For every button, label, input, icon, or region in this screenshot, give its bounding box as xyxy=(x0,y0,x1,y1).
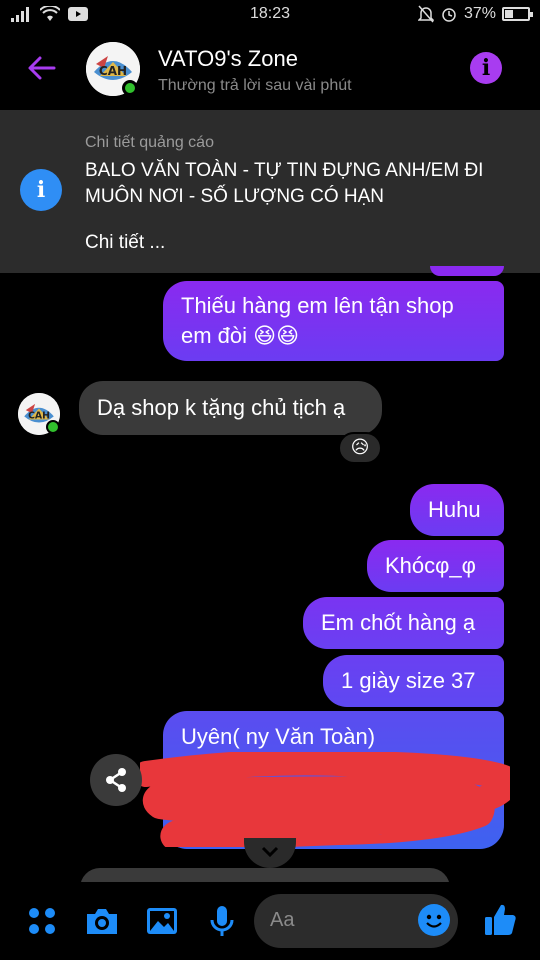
status-bar: 18:23 37% xyxy=(0,0,540,30)
emoji-icon[interactable] xyxy=(418,904,450,936)
message-outgoing[interactable]: Khócφ_φ xyxy=(367,540,504,592)
message-text: Dạ shop k tặng chủ tịch ạ xyxy=(97,395,346,420)
message-input[interactable]: Aa xyxy=(254,894,458,948)
share-button[interactable] xyxy=(90,754,142,806)
gallery-icon[interactable] xyxy=(145,904,179,938)
message-text: Huhu xyxy=(428,497,481,522)
apps-icon[interactable] xyxy=(25,904,59,938)
scroll-to-bottom-button[interactable] xyxy=(244,838,296,868)
share-icon xyxy=(106,768,126,792)
redaction-scribble xyxy=(140,752,510,847)
thumbs-up-icon[interactable] xyxy=(482,902,518,938)
ad-details-link[interactable]: Chi tiết ... xyxy=(85,232,165,254)
chevron-down-icon xyxy=(261,846,279,858)
reaction-badge[interactable]: 😥 xyxy=(338,432,382,464)
message-text: Em chốt hàng ạ xyxy=(321,610,476,635)
alarm-icon xyxy=(442,8,456,22)
message-outgoing[interactable]: Em chốt hàng ạ xyxy=(303,597,504,649)
message-outgoing[interactable]: 1 giày size 37 xyxy=(323,655,504,707)
ad-info-icon: i xyxy=(20,169,62,211)
conversation-header: CAH VATO9's Zone Thường trả lời sau vài … xyxy=(0,30,540,110)
microphone-icon[interactable] xyxy=(205,904,239,938)
status-right: 37% xyxy=(417,5,533,23)
message-outgoing[interactable]: Huhu xyxy=(410,484,504,536)
battery-icon xyxy=(502,7,533,21)
svg-text:CAH: CAH xyxy=(28,411,50,422)
message-text: Khócφ_φ xyxy=(385,553,476,578)
message-text: 1 giày size 37 xyxy=(341,668,476,693)
message-outgoing[interactable]: Thiếu hàng em lên tận shop em đòi 😆😆 xyxy=(163,281,504,361)
message-text: Thiếu hàng em lên tận shop em đòi 😆😆 xyxy=(181,293,454,348)
battery-percent: 37% xyxy=(463,5,496,22)
ad-details-banner[interactable]: i Chi tiết quảng cáo BALO VĂN TOÀN - TỰ … xyxy=(0,110,540,273)
svg-text:CAH: CAH xyxy=(99,64,127,78)
info-icon[interactable]: i xyxy=(470,52,502,84)
reply-time-status: Thường trả lời sau vài phút xyxy=(158,77,352,94)
previous-message-edge xyxy=(430,266,504,276)
page-title[interactable]: VATO9's Zone xyxy=(158,46,298,72)
mute-bell-icon xyxy=(417,5,434,23)
message-placeholder: Aa xyxy=(270,909,295,931)
camera-icon[interactable] xyxy=(85,904,119,938)
message-composer: Aa xyxy=(0,882,540,960)
smiley-icon xyxy=(426,914,442,928)
online-indicator xyxy=(46,420,60,434)
online-indicator xyxy=(122,80,138,96)
back-arrow-icon[interactable] xyxy=(26,52,58,84)
message-text: Uyên( ny Văn Toàn) xyxy=(181,724,376,749)
ad-label: Chi tiết quảng cáo xyxy=(85,134,214,151)
ad-text: BALO VĂN TOÀN - TỰ TIN ĐỰNG ANH/EM ĐI MU… xyxy=(85,160,484,207)
message-incoming[interactable]: Dạ shop k tặng chủ tịch ạ xyxy=(79,381,382,435)
